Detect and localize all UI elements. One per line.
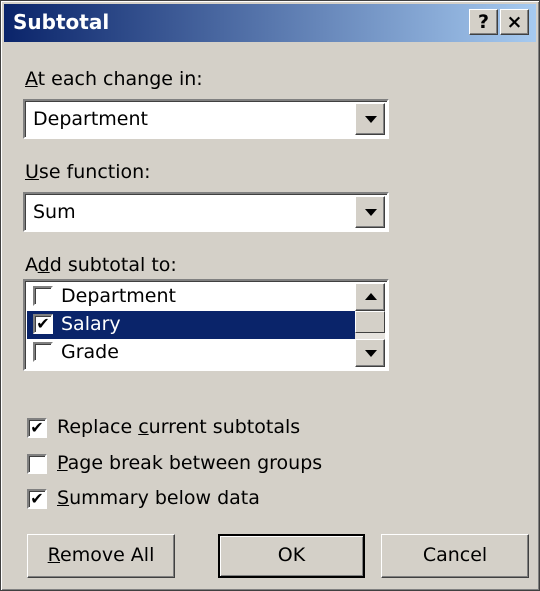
use-function-label: Use function: — [25, 161, 151, 183]
chevron-down-icon — [365, 116, 377, 123]
replace-current-subtotals-checkbox[interactable]: ✔ — [27, 418, 47, 438]
label-text: d subtotal to: — [49, 254, 177, 276]
summary-below-data-checkbox[interactable]: ✔ — [27, 489, 47, 509]
title-bar[interactable]: Subtotal ? × — [4, 4, 536, 42]
option-label: Summary below data — [57, 487, 260, 509]
list-item-department[interactable]: Department — [27, 283, 357, 311]
add-subtotal-listbox[interactable]: Department ✔ Salary Grade — [23, 279, 389, 371]
option-label: Page break between groups — [57, 452, 322, 474]
list-item-label: Grade — [61, 341, 119, 363]
at-each-change-combobox[interactable]: Department — [23, 99, 389, 139]
cancel-button[interactable]: Cancel — [381, 534, 529, 578]
scroll-thumb[interactable] — [355, 311, 385, 333]
option-label: Replace current subtotals — [57, 416, 300, 438]
accelerator-key: U — [25, 161, 39, 183]
chevron-up-icon — [365, 293, 377, 300]
accelerator-key: c — [138, 416, 149, 438]
label-text: t each change in: — [37, 68, 203, 90]
use-function-combobox[interactable]: Sum — [23, 192, 389, 232]
list-item-salary[interactable]: ✔ Salary — [27, 311, 357, 339]
remove-all-button[interactable]: Remove All — [27, 534, 175, 578]
scroll-down-button[interactable] — [355, 339, 385, 367]
accelerator-key: d — [37, 254, 50, 276]
label-text: ummary below data — [69, 487, 260, 509]
use-function-dropdown-button[interactable] — [355, 196, 385, 228]
list-item-label: Department — [61, 285, 176, 307]
scroll-up-button[interactable] — [355, 283, 385, 311]
chevron-down-icon — [365, 209, 377, 216]
help-button[interactable]: ? — [469, 9, 498, 35]
ok-button[interactable]: OK — [218, 534, 365, 578]
add-subtotal-label: Add subtotal to: — [25, 254, 177, 276]
page-break-checkbox[interactable] — [27, 454, 47, 474]
label-text: A — [25, 254, 38, 276]
at-each-change-label: At each change in: — [25, 68, 203, 90]
accelerator-key: A — [25, 68, 38, 90]
subtotal-dialog: Subtotal ? × At each change in: Departme… — [0, 0, 540, 591]
list-item-label: Salary — [61, 313, 121, 335]
label-text: Replace — [57, 416, 139, 438]
accelerator-key: R — [47, 544, 60, 566]
checkbox-grade[interactable] — [33, 342, 53, 362]
use-function-value: Sum — [33, 201, 76, 223]
list-item-grade[interactable]: Grade — [27, 339, 357, 367]
list-scrollbar[interactable] — [355, 283, 385, 367]
chevron-down-icon — [365, 350, 377, 357]
checkbox-department[interactable] — [33, 286, 53, 306]
at-each-change-dropdown-button[interactable] — [355, 103, 385, 135]
label-text: urrent subtotals — [148, 416, 301, 438]
checkbox-salary[interactable]: ✔ — [33, 314, 53, 334]
close-button[interactable]: × — [500, 9, 529, 35]
accelerator-key: S — [57, 487, 70, 509]
accelerator-key: P — [57, 452, 68, 474]
window-title: Subtotal — [13, 10, 110, 34]
button-label: emove All — [60, 544, 155, 566]
label-text: se function: — [38, 161, 151, 183]
label-text: age break between groups — [67, 452, 323, 474]
at-each-change-value: Department — [33, 108, 148, 130]
